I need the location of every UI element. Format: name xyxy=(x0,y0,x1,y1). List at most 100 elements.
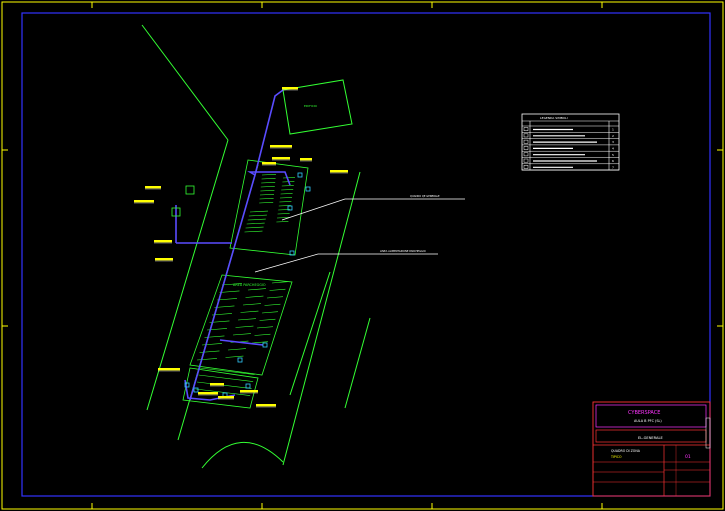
stall-line xyxy=(259,194,274,196)
circuit-label xyxy=(155,258,173,261)
circuit-label xyxy=(158,368,180,371)
device-symbol xyxy=(262,342,268,348)
stall-line xyxy=(232,333,251,336)
circuit-label xyxy=(154,240,172,243)
project-name-line2: TIPICO xyxy=(610,455,622,459)
stall-line xyxy=(261,178,276,180)
legend-symbol-icon xyxy=(523,127,529,131)
circuit-label xyxy=(262,162,276,165)
circuit-label xyxy=(210,383,224,386)
stall-line xyxy=(245,295,264,298)
stall-line xyxy=(235,325,254,328)
circuit-label xyxy=(282,87,298,90)
stall-line xyxy=(281,185,294,187)
project-name-line1: QUADRO DI ZONA xyxy=(611,449,641,453)
stall-line xyxy=(279,197,293,199)
callout-text-2: LINEA ALIMENTAZIONE PARCHEGGIO xyxy=(380,249,426,253)
sheet-number: 01 xyxy=(685,454,691,460)
stall-line xyxy=(247,288,266,291)
device-symbol xyxy=(237,357,243,363)
stall-line xyxy=(264,303,281,306)
legend-symbol-icon xyxy=(523,165,529,169)
stall-line xyxy=(242,303,261,306)
circuit-label xyxy=(272,157,290,160)
sheet-inner-frame xyxy=(21,12,711,497)
sheet-outer-border xyxy=(1,1,724,510)
stall-line xyxy=(248,214,267,217)
device-symbol xyxy=(193,387,199,393)
legend-row-number: 2 xyxy=(612,134,614,138)
circuit-label xyxy=(330,170,348,173)
legend-symbol-icon xyxy=(523,146,529,150)
circuit-label xyxy=(240,390,258,393)
stall-line xyxy=(276,221,289,223)
stall-line xyxy=(254,333,271,336)
legend-row-number: 4 xyxy=(612,147,614,151)
device-symbol xyxy=(305,186,311,192)
stall-line xyxy=(196,381,252,389)
stall-line xyxy=(196,358,217,361)
circuit-labels xyxy=(134,87,348,408)
legend-row-number: 3 xyxy=(612,140,614,144)
legend-row-number: 6 xyxy=(612,159,614,163)
stall-line xyxy=(260,190,275,192)
stall-line xyxy=(199,350,220,353)
stall-line xyxy=(281,189,294,191)
stall-line xyxy=(201,343,222,346)
legend-symbol-icon xyxy=(523,152,529,157)
stall-line xyxy=(256,326,273,329)
parking-area-label: AREA PARCHEGGIO xyxy=(233,283,266,287)
stall-line xyxy=(259,202,274,204)
stall-line xyxy=(282,177,296,179)
stall-line xyxy=(246,222,265,225)
stall-line xyxy=(261,311,278,314)
electrical-conduit xyxy=(175,89,291,401)
legend-row-number: 7 xyxy=(612,165,614,169)
circuit-label xyxy=(300,158,312,161)
legend-title: LEGENDA SIMBOLI xyxy=(540,116,568,120)
callout-leaders xyxy=(254,198,465,273)
legend-symbol-icon xyxy=(523,133,529,138)
stall-line xyxy=(266,296,283,299)
circuit-label xyxy=(218,396,234,399)
circuit-label xyxy=(134,200,154,203)
stall-line xyxy=(259,198,274,200)
cad-drawing-canvas[interactable]: EDIFICIO AREA PARCHEGGIO QUADRO QE GENER… xyxy=(0,0,725,511)
stall-line xyxy=(247,218,266,221)
stall-line xyxy=(277,213,290,215)
symbol-legend: LEGENDA SIMBOLI 1 2 3 4 5 6 7 xyxy=(521,113,620,171)
title-block: CYBERSPACE AULA B PFC (SL) EL-GENERALE Q… xyxy=(592,401,711,497)
stall-line xyxy=(259,318,276,321)
border-tick-marks xyxy=(2,2,723,509)
callout-text-1: QUADRO QE GENERALE xyxy=(410,194,440,198)
legend-row-number: 5 xyxy=(612,153,614,157)
site-boundary-lines xyxy=(141,24,371,469)
stall-line xyxy=(240,310,259,313)
stall-line xyxy=(271,281,288,284)
device-symbol xyxy=(297,172,303,178)
company-name: CYBERSPACE xyxy=(628,410,660,416)
project-location: AULA B PFC (SL) xyxy=(634,419,662,423)
drawing-title: EL-GENERALE xyxy=(638,436,663,440)
circuit-label xyxy=(198,392,218,395)
stall-line xyxy=(260,186,275,188)
legend-symbol-icon xyxy=(523,158,529,163)
stall-line xyxy=(219,290,240,293)
building-label: EDIFICIO xyxy=(304,104,318,108)
circuit-label xyxy=(270,145,292,148)
stall-line xyxy=(269,288,286,291)
stall-line xyxy=(279,201,292,203)
stall-line xyxy=(225,355,244,358)
circuit-label xyxy=(145,186,161,189)
legend-row-number: 1 xyxy=(612,128,614,132)
stall-line xyxy=(245,226,264,229)
stall-line xyxy=(280,193,293,195)
device-symbol xyxy=(245,383,251,389)
stall-line xyxy=(249,210,268,213)
stall-line xyxy=(261,182,276,184)
stall-line xyxy=(244,230,263,233)
stall-line xyxy=(237,318,256,321)
legend-symbol-icon xyxy=(523,139,529,144)
stall-line xyxy=(261,174,276,176)
circuit-label xyxy=(256,404,276,407)
